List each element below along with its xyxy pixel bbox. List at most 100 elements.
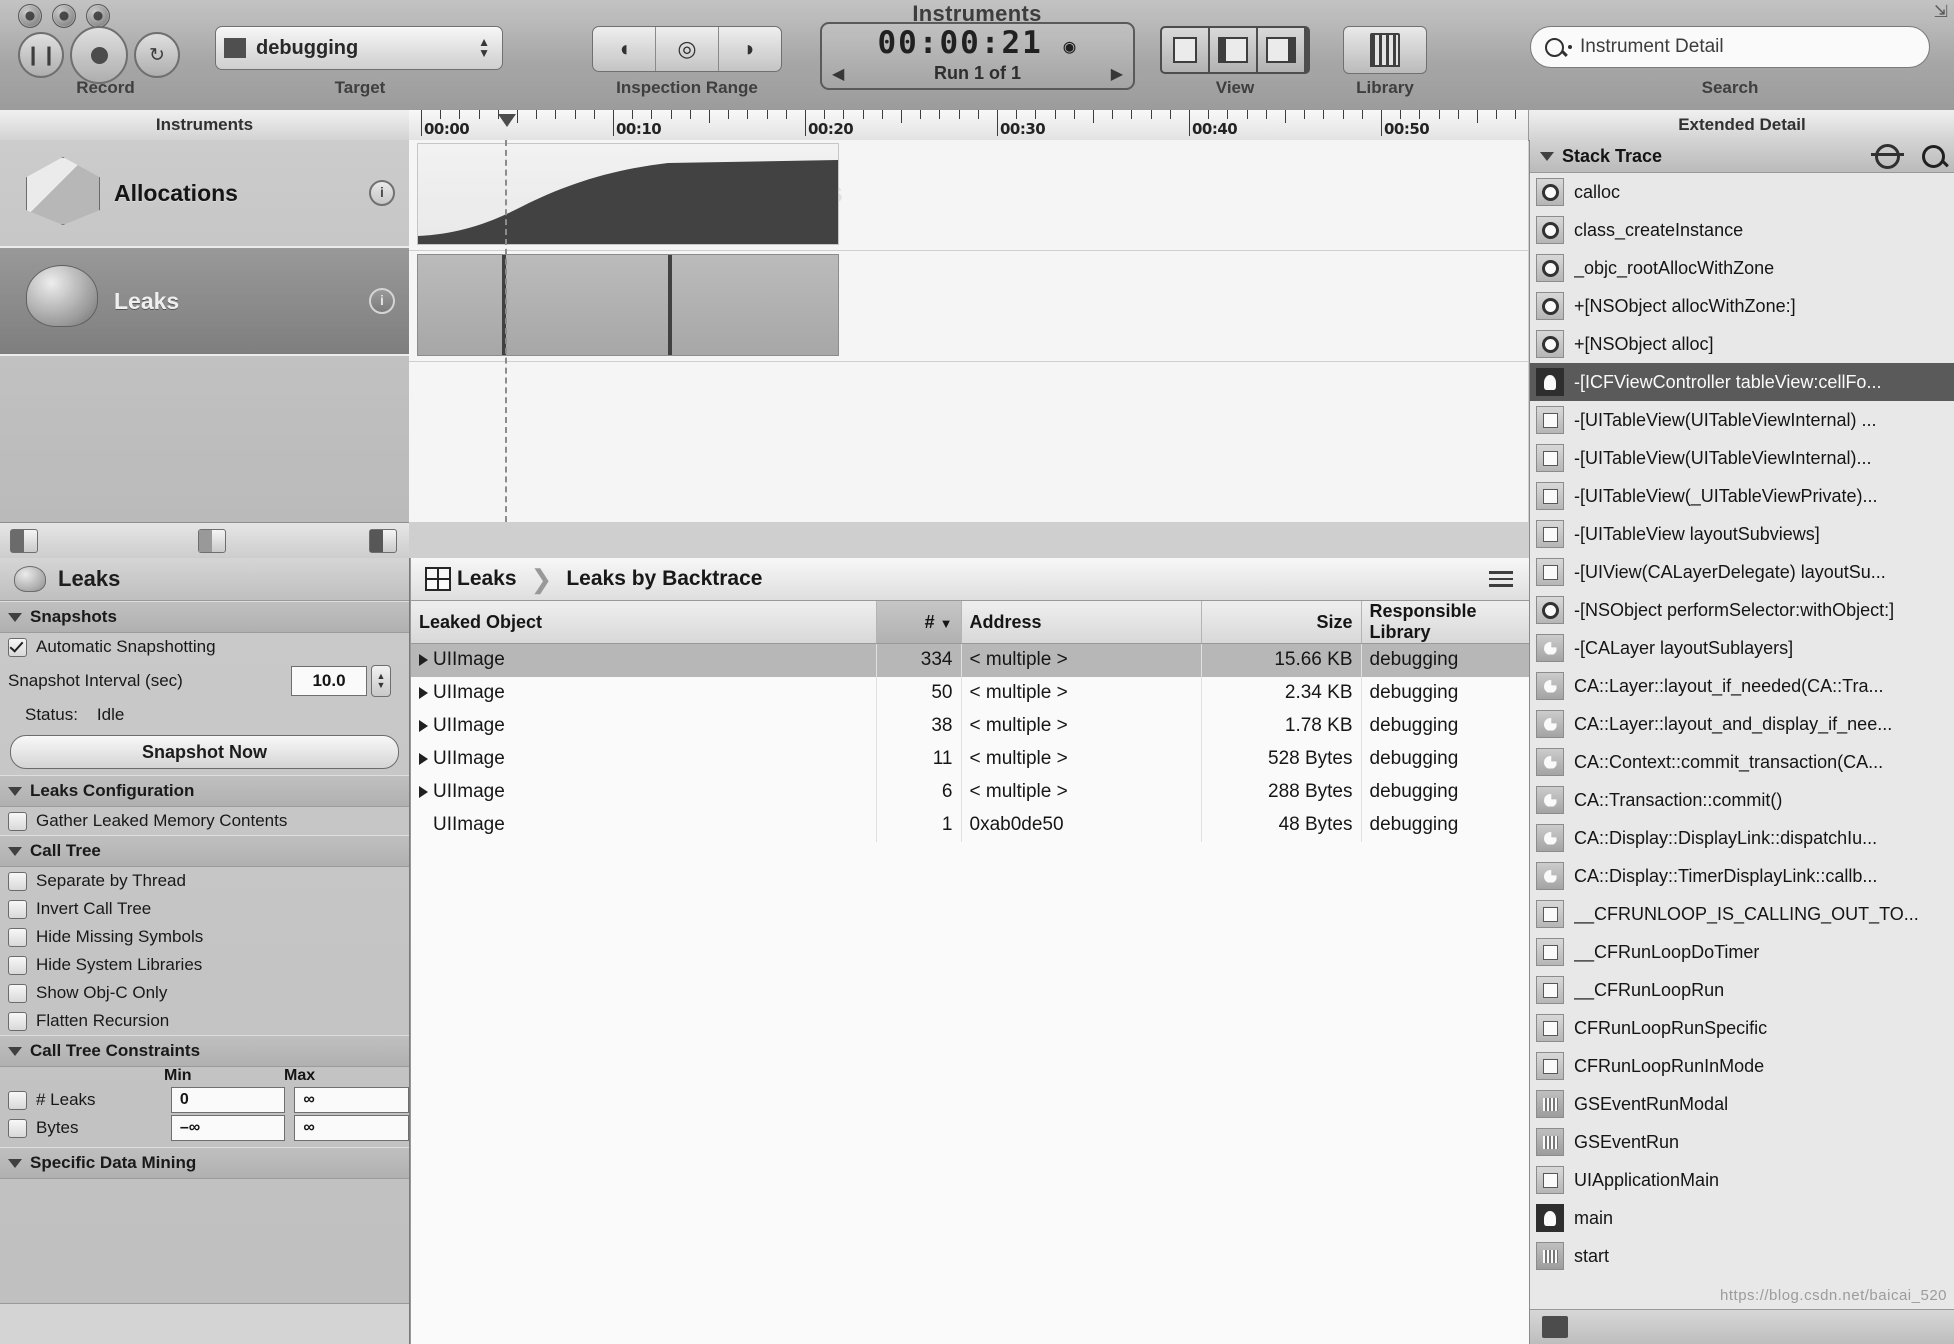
column-header-responsible-library[interactable]: Responsible Library <box>1361 601 1530 644</box>
stack-frame-row[interactable]: -[UIView(CALayerDelegate) layoutSu... <box>1530 553 1954 591</box>
library-icon[interactable] <box>1343 26 1427 74</box>
section-specific-data-mining[interactable]: Specific Data Mining <box>0 1147 409 1179</box>
range-mid-icon[interactable]: ◎ <box>656 27 719 71</box>
instrument-info-icon[interactable]: i <box>369 288 395 314</box>
show-objc-only-checkbox[interactable] <box>8 983 27 1003</box>
disclosure-triangle-icon[interactable] <box>8 846 22 856</box>
stack-frame-row[interactable]: -[UITableView(UITableViewInternal)... <box>1530 439 1954 477</box>
section-snapshots[interactable]: Snapshots <box>0 601 409 633</box>
disclosure-triangle-icon[interactable] <box>419 785 428 798</box>
invert-call-tree-checkbox[interactable] <box>8 899 27 919</box>
minimize-button[interactable] <box>52 4 76 28</box>
disclosure-triangle-icon[interactable] <box>419 752 428 765</box>
stack-frame-row[interactable]: +[NSObject alloc] <box>1530 325 1954 363</box>
track-leaks[interactable] <box>409 251 1528 362</box>
search-icon[interactable] <box>1922 144 1945 168</box>
stack-frame-row[interactable]: start <box>1530 1237 1954 1275</box>
range-start-icon[interactable]: ◖ <box>593 27 656 71</box>
playhead-marker-icon[interactable] <box>498 114 516 127</box>
stack-trace-header[interactable]: Stack Trace <box>1530 140 1954 173</box>
view-right-pane-toggle[interactable] <box>1258 28 1304 72</box>
disclosure-triangle-icon[interactable] <box>8 1158 22 1168</box>
num-leaks-max-input[interactable]: ∞ <box>294 1087 409 1113</box>
bytes-min-input[interactable]: –∞ <box>170 1115 286 1141</box>
track-display-center-icon[interactable] <box>198 529 226 553</box>
stack-frame-row[interactable]: +[NSObject allocWithZone:] <box>1530 287 1954 325</box>
stack-frame-row[interactable]: CA::Display::TimerDisplayLink::callb... <box>1530 857 1954 895</box>
call-tree-option-row[interactable]: Flatten Recursion <box>0 1007 409 1035</box>
column-header-size[interactable]: Size <box>1201 601 1362 644</box>
hide-system-libraries-checkbox[interactable] <box>8 955 27 975</box>
track-display-left-icon[interactable] <box>10 529 38 553</box>
stack-frame-row[interactable]: CA::Display::DisplayLink::dispatchIu... <box>1530 819 1954 857</box>
grid-icon[interactable] <box>425 567 451 591</box>
section-leaks-configuration[interactable]: Leaks Configuration <box>0 775 409 807</box>
stack-frame-row[interactable]: __CFRunLoopRun <box>1530 971 1954 1009</box>
disclosure-triangle-icon[interactable] <box>8 786 22 796</box>
table-row[interactable]: UIImage 50 < multiple > 2.34 KB debuggin… <box>411 676 1530 710</box>
disclosure-triangle-icon[interactable] <box>419 686 428 699</box>
stack-frame-row[interactable]: CA::Layer::layout_if_needed(CA::Tra... <box>1530 667 1954 705</box>
stack-frame-row[interactable]: -[ICFViewController tableView:cellFo... <box>1530 363 1954 401</box>
breadcrumb-current[interactable]: Leaks by Backtrace <box>566 567 762 591</box>
num-leaks-min-input[interactable]: 0 <box>170 1087 286 1113</box>
breadcrumb-root[interactable]: Leaks <box>457 567 517 591</box>
stack-frame-row[interactable]: -[UITableView(UITableViewInternal) ... <box>1530 401 1954 439</box>
snapshot-interval-input[interactable]: 10.0 <box>291 666 367 696</box>
close-button[interactable] <box>18 4 42 28</box>
constraint-row-bytes[interactable]: Bytes –∞ ∞ <box>0 1115 409 1141</box>
automatic-snapshotting-checkbox[interactable] <box>8 637 27 657</box>
clock-icon[interactable]: ◉ <box>1063 34 1077 58</box>
stack-frame-row[interactable]: _objc_rootAllocWithZone <box>1530 249 1954 287</box>
footer-button-icon[interactable] <box>1542 1316 1568 1338</box>
range-end-icon[interactable]: ◗ <box>719 27 781 71</box>
timeline-ruler[interactable]: 00:00 00:10 00:20 00:30 00:40 00:50 <box>409 110 1528 141</box>
flatten-recursion-checkbox[interactable] <box>8 1011 27 1031</box>
pause-icon[interactable]: ❙❙ <box>18 32 64 78</box>
table-row[interactable]: UIImage 1 0xab0de50 48 Bytes debugging <box>411 808 1530 842</box>
disclosure-triangle-icon[interactable] <box>8 1046 22 1056</box>
call-tree-option-row[interactable]: Invert Call Tree <box>0 895 409 923</box>
column-header-count[interactable]: # ▼ <box>876 601 962 644</box>
zoom-button[interactable] <box>86 4 110 28</box>
stack-frame-row[interactable]: -[UITableView layoutSubviews] <box>1530 515 1954 553</box>
next-arrow-icon[interactable]: ▶ <box>1111 64 1123 84</box>
gather-leaked-memory-row[interactable]: Gather Leaked Memory Contents <box>0 807 409 835</box>
track-display-right-icon[interactable] <box>369 529 397 553</box>
instrument-row-allocations[interactable]: Allocations i <box>0 140 409 248</box>
constraint-row-leaks[interactable]: # Leaks 0 ∞ <box>0 1087 409 1113</box>
stack-frame-row[interactable]: CFRunLoopRunSpecific <box>1530 1009 1954 1047</box>
loop-icon[interactable]: ↻ <box>134 32 180 78</box>
snapshot-now-button[interactable]: Snapshot Now <box>10 735 399 769</box>
search-input[interactable]: Instrument Detail <box>1530 26 1930 68</box>
stack-frame-row[interactable]: CFRunLoopRunInMode <box>1530 1047 1954 1085</box>
instrument-info-icon[interactable]: i <box>369 180 395 206</box>
snapshot-interval-stepper[interactable]: ▲ ▼ <box>371 665 391 697</box>
view-left-pane-toggle[interactable] <box>1162 28 1210 72</box>
track-allocations[interactable] <box>409 140 1528 251</box>
automatic-snapshotting-row[interactable]: Automatic Snapshotting <box>0 633 409 661</box>
column-header-address[interactable]: Address <box>961 601 1202 644</box>
column-header-leaked-object[interactable]: Leaked Object <box>411 601 877 644</box>
num-leaks-checkbox[interactable] <box>8 1090 27 1110</box>
stack-frame-row[interactable]: main <box>1530 1199 1954 1237</box>
disclosure-triangle-icon[interactable] <box>419 654 428 667</box>
table-row[interactable]: UIImage 334 < multiple > 15.66 KB debugg… <box>411 643 1530 677</box>
playhead[interactable] <box>498 114 516 522</box>
stack-frame-row[interactable]: CA::Context::commit_transaction(CA... <box>1530 743 1954 781</box>
table-row[interactable]: UIImage 6 < multiple > 288 Bytes debuggi… <box>411 775 1530 809</box>
stack-frame-row[interactable]: calloc <box>1530 173 1954 211</box>
target-popup-button[interactable]: debugging ▲ ▼ <box>215 26 503 70</box>
prev-arrow-icon[interactable]: ◀ <box>832 64 844 84</box>
call-tree-option-row[interactable]: Separate by Thread <box>0 867 409 895</box>
stack-frame-row[interactable]: -[NSObject performSelector:withObject:] <box>1530 591 1954 629</box>
stack-frame-row[interactable]: CA::Layer::layout_and_display_if_nee... <box>1530 705 1954 743</box>
separate-by-thread-checkbox[interactable] <box>8 871 27 891</box>
stack-frame-row[interactable]: __CFRUNLOOP_IS_CALLING_OUT_TO... <box>1530 895 1954 933</box>
gear-icon[interactable] <box>1871 143 1904 169</box>
section-call-tree-constraints[interactable]: Call Tree Constraints <box>0 1035 409 1067</box>
call-tree-option-row[interactable]: Show Obj-C Only <box>0 979 409 1007</box>
instrument-row-leaks[interactable]: Leaks i <box>0 248 409 356</box>
stack-frame-row[interactable]: GSEventRunModal <box>1530 1085 1954 1123</box>
stack-frame-row[interactable]: GSEventRun <box>1530 1123 1954 1161</box>
